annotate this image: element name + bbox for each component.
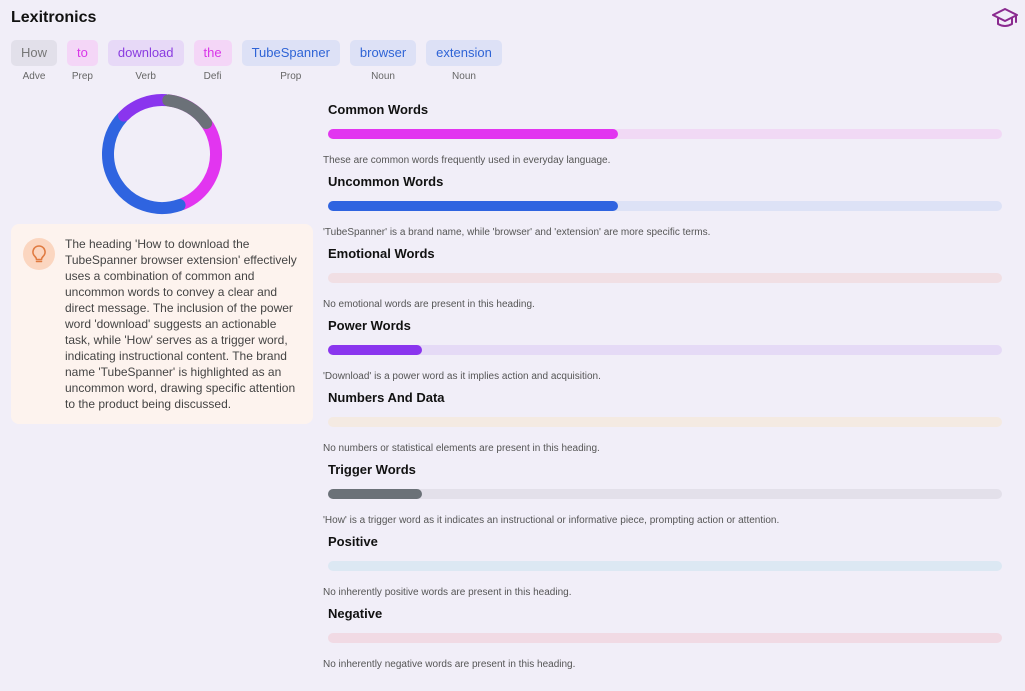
word-token[interactable]: the Defi <box>193 40 232 82</box>
metric-title: Positive <box>328 534 378 549</box>
word-token[interactable]: extension Noun <box>426 40 502 82</box>
metric-row: Numbers And Data No numbers or statistica… <box>323 390 1013 462</box>
part-of-speech-label: Noun <box>371 71 395 82</box>
metric-track <box>328 561 1002 571</box>
metric-fill <box>328 345 423 355</box>
metrics-list: Common Words These are common words frequ… <box>323 102 1013 678</box>
word-chip[interactable]: download <box>107 40 184 66</box>
metric-title: Numbers And Data <box>328 390 445 405</box>
metric-track <box>328 201 1002 211</box>
metric-title: Common Words <box>328 102 429 117</box>
metric-title: Uncommon Words <box>328 174 444 189</box>
metric-row: Common Words These are common words frequ… <box>323 102 1013 174</box>
metric-description: 'How' is a trigger word as it indicates … <box>323 515 780 526</box>
word-chip[interactable]: browser <box>349 40 417 66</box>
lightbulb-icon <box>23 238 55 270</box>
word-chip[interactable]: the <box>193 40 232 66</box>
word-token[interactable]: browser Noun <box>349 40 417 82</box>
metric-description: No numbers or statistical elements are p… <box>323 443 600 454</box>
metric-row: Trigger Words 'How' is a trigger word as … <box>323 462 1013 534</box>
part-of-speech-label: Noun <box>452 71 476 82</box>
word-chip[interactable]: How <box>11 40 58 66</box>
metric-track <box>328 489 1002 499</box>
donut-segment <box>118 94 172 122</box>
metric-row: Emotional Words No emotional words are pr… <box>323 246 1013 318</box>
app-title: Lexitronics <box>11 9 97 26</box>
part-of-speech-label: Adve <box>22 71 46 82</box>
donut-segment <box>162 94 213 130</box>
donut-segment <box>102 111 186 214</box>
metric-description: 'Download' is a power word as it implies… <box>323 371 601 382</box>
part-of-speech-label: Defi <box>203 71 222 82</box>
word-category-donut-chart <box>102 94 222 214</box>
metric-description: These are common words frequently used i… <box>323 155 611 166</box>
metric-title: Negative <box>328 606 383 621</box>
metric-row: Uncommon Words 'TubeSpanner' is a brand n… <box>323 174 1013 246</box>
metric-title: Power Words <box>328 318 411 333</box>
metric-track <box>328 633 1002 643</box>
word-token[interactable]: download Verb <box>107 40 184 82</box>
part-of-speech-label: Prop <box>280 71 302 82</box>
word-token[interactable]: TubeSpanner Prop <box>241 40 340 82</box>
metric-fill <box>328 201 618 211</box>
metric-row: Power Words 'Download' is a power word as… <box>323 318 1013 390</box>
lexitronics-app: Lexitronics How Adve to Prep download Verb the… <box>0 0 1025 691</box>
metric-description: No inherently negative words are present… <box>323 659 576 670</box>
metric-fill <box>328 489 423 499</box>
metric-track <box>328 417 1002 427</box>
graduation-cap-icon[interactable] <box>992 6 1018 30</box>
metric-title: Trigger Words <box>328 462 416 477</box>
word-token[interactable]: How Adve <box>11 40 58 82</box>
metric-track <box>328 273 1002 283</box>
word-chip[interactable]: to <box>67 40 98 66</box>
metric-track <box>328 345 1002 355</box>
part-of-speech-label: Verb <box>135 71 156 82</box>
metric-description: No emotional words are present in this h… <box>323 299 535 310</box>
metric-title: Emotional Words <box>328 246 435 261</box>
word-chip[interactable]: extension <box>426 40 502 66</box>
word-token[interactable]: to Prep <box>67 40 98 82</box>
metric-description: 'TubeSpanner' is a brand name, while 'br… <box>323 227 711 238</box>
word-token-list: How Adve to Prep download Verb the Defi TubeSpan… <box>11 40 502 82</box>
metric-track <box>328 129 1002 139</box>
metric-fill <box>328 129 618 139</box>
insight-text: The heading 'How to download the TubeSpa… <box>65 237 297 411</box>
metric-row: Positive No inherently positive words are… <box>323 534 1013 606</box>
part-of-speech-label: Prep <box>71 71 93 82</box>
insight-card: The heading 'How to download the TubeSpa… <box>11 224 313 424</box>
metric-row: Negative No inherently negative words are… <box>323 606 1013 678</box>
metric-description: No inherently positive words are present… <box>323 587 572 598</box>
word-chip[interactable]: TubeSpanner <box>241 40 340 66</box>
